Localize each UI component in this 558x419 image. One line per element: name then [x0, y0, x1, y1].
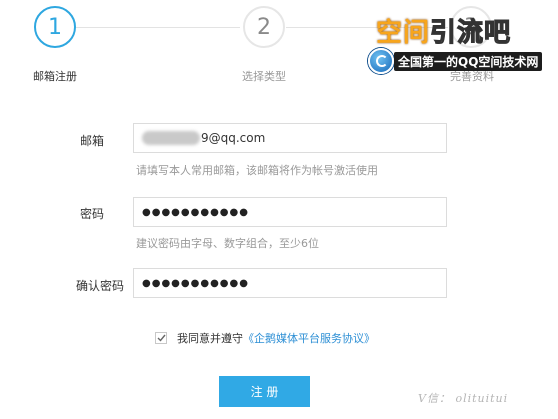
- confirm-password-value: ●●●●●●●●●●●: [142, 277, 249, 289]
- password-hint: 建议密码由字母、数字组合，至少6位: [136, 237, 319, 250]
- step-2-circle: 2: [243, 6, 285, 48]
- redacted-email-prefix: [142, 131, 200, 145]
- watermark-title-part2: 引流吧: [429, 17, 512, 48]
- password-value: ●●●●●●●●●●●: [142, 206, 249, 218]
- email-label: 邮箱: [79, 134, 104, 148]
- confirm-password-input[interactable]: ●●●●●●●●●●●: [133, 268, 447, 298]
- watermark-title: 空间引流吧: [376, 12, 511, 49]
- compass-icon: [368, 48, 394, 74]
- agreement-text: 我同意并遵守: [177, 332, 243, 345]
- step-2-label: 选择类型: [242, 70, 286, 83]
- step-1-label: 邮箱注册: [33, 70, 77, 83]
- agreement-checkbox[interactable]: [155, 332, 167, 344]
- agreement-row: 我同意并遵守 《企鹅媒体平台服务协议》: [155, 330, 375, 346]
- contact-watermark: V信： olituitui: [418, 392, 509, 405]
- watermark-subtitle: 全国第一的QQ空间技术网: [394, 52, 543, 71]
- email-input[interactable]: 9@qq.com: [133, 123, 447, 153]
- step-1-circle: 1: [34, 6, 76, 48]
- watermark-title-part1: 空间: [376, 18, 431, 48]
- agreement-link[interactable]: 《企鹅媒体平台服务协议》: [243, 330, 375, 346]
- confirm-password-label: 确认密码: [75, 279, 124, 293]
- register-button[interactable]: 注 册: [219, 376, 310, 407]
- watermark-logo: 空间引流吧 全国第一的QQ空间技术网: [362, 8, 558, 74]
- password-input[interactable]: ●●●●●●●●●●●: [133, 197, 447, 227]
- email-value: 9@qq.com: [201, 131, 266, 145]
- password-label: 密码: [79, 207, 104, 221]
- email-hint: 请填写本人常用邮箱，该邮箱将作为帐号激活使用: [136, 164, 378, 177]
- check-icon: [157, 334, 166, 342]
- step-connector: [76, 27, 240, 28]
